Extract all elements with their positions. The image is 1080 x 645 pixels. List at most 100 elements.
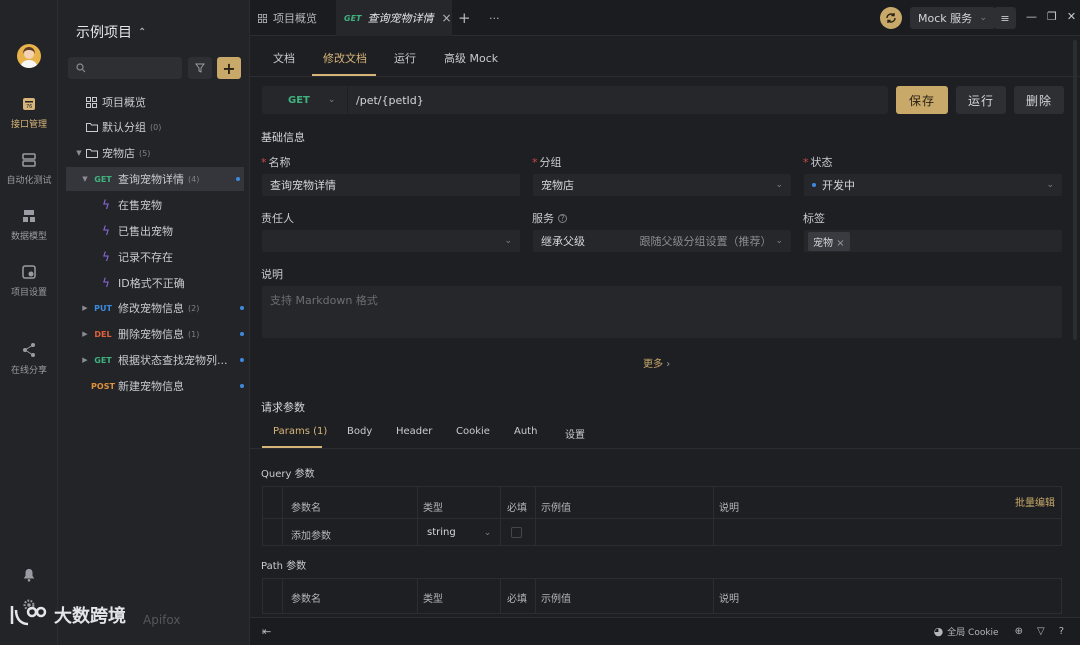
minimize-icon[interactable]: —	[1026, 10, 1037, 23]
tree-item-case[interactable]: ϟ ID格式不正确	[58, 271, 250, 295]
subtab-run[interactable]: 运行	[394, 50, 416, 66]
tree-item-case[interactable]: ϟ 在售宠物	[58, 193, 250, 217]
tree-item-case[interactable]: ϟ 已售出宠物	[58, 219, 250, 243]
batch-edit-link[interactable]: 批量编辑	[1015, 494, 1055, 509]
folder-icon	[86, 123, 98, 132]
filter-button[interactable]	[188, 57, 212, 79]
avatar[interactable]	[17, 44, 41, 68]
status-select[interactable]: 开发中 ⌄	[804, 174, 1062, 196]
more-toggle[interactable]: 更多 ›	[643, 355, 670, 370]
save-button[interactable]: 保存	[896, 86, 948, 114]
rail-item-settings[interactable]: 项目设置	[0, 264, 58, 308]
scrollbar[interactable]	[1073, 40, 1077, 340]
global-cookie-button[interactable]: ◕ 全局 Cookie	[934, 625, 999, 638]
tree-item-default-group[interactable]: 默认分组 (0)	[58, 115, 250, 139]
subtab-advanced-mock[interactable]: 高级 Mock	[444, 50, 498, 66]
status-bar: ⇤ ◕ 全局 Cookie ⊕ ▽ ?	[250, 617, 1080, 645]
col-example: 示例值	[541, 503, 571, 514]
watermark-logo-icon	[10, 606, 47, 626]
required-checkbox[interactable]	[511, 527, 522, 538]
tree-item-case[interactable]: ϟ 记录不存在	[58, 245, 250, 269]
help-icon[interactable]: ?	[1059, 626, 1064, 637]
add-button[interactable]: +	[217, 57, 241, 79]
tree-item-put-pet[interactable]: ▶ PUT 修改宠物信息 (2)	[58, 296, 250, 320]
lightning-icon: ϟ	[102, 198, 110, 212]
type-select[interactable]: string ⌄	[427, 527, 491, 538]
ptab-body[interactable]: Body	[347, 426, 372, 437]
status-dot	[240, 332, 244, 336]
subtab-doc[interactable]: 文档	[273, 50, 295, 66]
status-dot	[240, 306, 244, 310]
chevron-down-icon: ⌄	[1046, 180, 1054, 190]
method-select[interactable]: GET ⌄	[262, 86, 348, 114]
restore-icon[interactable]: ❐	[1047, 10, 1057, 23]
plus-icon: +	[222, 58, 236, 78]
rail-item-model[interactable]: 数据模型	[0, 208, 58, 252]
description-input[interactable]: 支持 Markdown 格式	[262, 286, 1062, 338]
ellipsis-icon: ···	[489, 11, 500, 25]
tags-input[interactable]: 宠物 ×	[804, 230, 1062, 252]
col-type: 类型	[423, 503, 443, 514]
status-label: * 状态	[803, 156, 833, 169]
close-icon[interactable]: ×	[836, 238, 844, 249]
search-icon	[76, 63, 86, 73]
sidebar-toggle-icon[interactable]: ⇤	[262, 625, 271, 638]
section-request-params: 请求参数	[261, 401, 305, 414]
add-param-input[interactable]: 添加参数	[291, 527, 331, 542]
tree-item-petstore[interactable]: ▼ 宠物店 (5)	[58, 141, 250, 165]
bell-icon[interactable]	[22, 568, 36, 582]
tree-item-find-by-status[interactable]: ▶ GET 根据状态查找宠物列...	[58, 348, 250, 372]
path-params-table: 参数名 类型 必填 示例值 说明	[262, 578, 1062, 614]
project-switcher[interactable]: 示例项目 ⌃	[76, 22, 146, 42]
chevron-down-icon: ⌄	[979, 13, 987, 23]
name-input[interactable]: 查询宠物详情	[262, 174, 520, 196]
tree-item-post-pet[interactable]: POST 新建宠物信息	[58, 374, 250, 398]
upload-icon[interactable]: ⊕	[1015, 626, 1023, 637]
tab-bar: 项目概览 GET 查询宠物详情 × + ··· Mock 服务 ⌄ ≡ — ❐ …	[250, 0, 1080, 36]
col-description: 说明	[719, 503, 739, 514]
owner-select[interactable]: ⌄	[262, 230, 520, 252]
sync-button[interactable]	[880, 7, 902, 29]
run-button[interactable]: 运行	[956, 86, 1006, 114]
tree-item-overview[interactable]: 项目概览	[58, 90, 250, 114]
col-required: 必填	[507, 503, 527, 514]
status-dot-icon	[812, 183, 816, 187]
rail-item-share[interactable]: 在线分享	[0, 342, 58, 386]
tab-get-pet[interactable]: GET 查询宠物详情 ×	[336, 0, 452, 36]
ptab-cookie[interactable]: Cookie	[456, 426, 490, 437]
tree-item-get-pet[interactable]: ▼ GET 查询宠物详情 (4)	[66, 167, 244, 191]
query-params-title: Query 参数	[261, 469, 315, 480]
mock-service-select[interactable]: Mock 服务 ⌄	[910, 7, 995, 29]
service-select[interactable]: 继承父级 跟随父级分组设置（推荐） ⌄	[533, 230, 791, 252]
settings-icon	[22, 265, 36, 279]
shirt-icon[interactable]: ▽	[1037, 626, 1045, 637]
ptab-auth[interactable]: Auth	[514, 426, 537, 437]
delete-button[interactable]: 删除	[1014, 86, 1064, 114]
group-select[interactable]: 宠物店 ⌄	[533, 174, 791, 196]
new-tab-button[interactable]: +	[458, 0, 471, 36]
folder-open-icon	[86, 149, 98, 158]
ptab-header[interactable]: Header	[396, 426, 432, 437]
more-tabs-button[interactable]: ···	[489, 0, 500, 36]
tab-overview[interactable]: 项目概览	[250, 0, 336, 36]
sidebar: 示例项目 ⌃ + 项目概览 默认分组 (0) ▼ 宠物店 (5) ▼ GET 查…	[58, 0, 250, 645]
rail-item-test[interactable]: 自动化测试	[0, 152, 58, 196]
close-window-icon[interactable]: ✕	[1067, 10, 1076, 23]
svg-text:76: 76	[26, 104, 32, 110]
rail-item-api[interactable]: 76 接口管理	[0, 96, 58, 140]
caret-right-icon: ▶	[82, 304, 88, 312]
search-input[interactable]	[68, 57, 182, 79]
path-input[interactable]: /pet/{petId}	[356, 94, 424, 107]
ptab-params[interactable]: Params (1)	[273, 426, 327, 437]
tags-label: 标签	[803, 212, 825, 225]
menu-button[interactable]: ≡	[994, 7, 1016, 29]
tree-item-del-pet[interactable]: ▶ DEL 删除宠物信息 (1)	[58, 322, 250, 346]
divider	[250, 448, 1080, 449]
owner-label: 责任人	[261, 212, 294, 225]
ptab-settings[interactable]: 设置	[565, 426, 585, 441]
col-description: 说明	[719, 594, 739, 605]
close-icon[interactable]: ×	[442, 11, 452, 25]
subtab-edit-doc[interactable]: 修改文档	[323, 50, 367, 66]
grid-icon	[258, 13, 267, 23]
status-dot	[236, 177, 240, 181]
